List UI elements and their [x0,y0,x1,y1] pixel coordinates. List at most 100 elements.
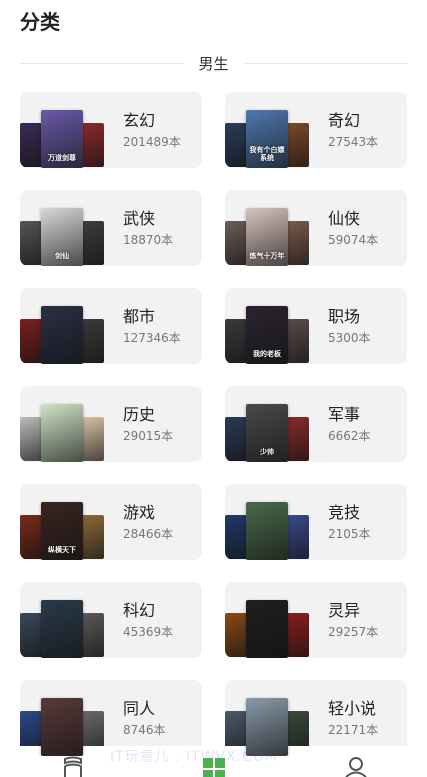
category-card[interactable]: 我的老板 职场 5300本 [225,288,407,364]
divider-right [244,62,408,64]
category-card[interactable]: 都市 127346本 [20,288,202,364]
book-cover-image: 纵横天下 [41,502,83,560]
cover-caption: 剑仙 [55,252,69,260]
category-info: 军事 6662本 [328,404,371,445]
category-card[interactable]: 剑仙 武侠 18870本 [20,190,202,266]
book-covers: 剑仙 [20,208,104,266]
cover-caption: 炼气十万年 [249,252,285,260]
category-card[interactable]: 灵异 29257本 [225,582,407,658]
section-header: 男生 [20,52,408,74]
book-cover-image [82,613,104,657]
category-book-count: 28466本 [123,527,174,541]
book-cover-image [246,600,288,658]
book-covers: 万道剑尊 [20,110,104,168]
book-cover-image [287,221,309,265]
cover-caption: 我有个白嫖系统 [249,146,285,162]
category-info: 武侠 18870本 [123,208,173,249]
cover-caption: 纵横天下 [48,546,76,554]
category-card[interactable]: 竞技 2105本 [225,484,407,560]
tab-profile[interactable] [343,756,369,777]
book-cover-image [225,417,247,461]
category-info: 竞技 2105本 [328,502,371,543]
book-cover-image [225,319,247,363]
category-card[interactable]: 万道剑尊 玄幻 201489本 [20,92,202,168]
category-book-count: 6662本 [328,429,371,443]
category-name: 武侠 [123,209,156,228]
book-cover-image [41,698,83,756]
category-info: 仙侠 59074本 [328,208,378,249]
book-cover-image [246,698,288,756]
category-book-count: 22171本 [328,723,379,737]
book-covers [225,502,309,560]
book-cover-image [82,319,104,363]
book-covers [225,600,309,658]
book-cover-image [287,319,309,363]
category-name: 科幻 [123,601,156,620]
book-covers [20,404,104,462]
book-covers: 炼气十万年 [225,208,309,266]
tab-bookshelf[interactable] [60,756,86,777]
category-card[interactable]: 轻小说 22171本 [225,680,407,756]
cover-caption: 我的老板 [253,350,281,358]
tab-category[interactable] [201,756,227,777]
category-info: 同人 8746本 [123,698,166,739]
book-cover-image [287,123,309,167]
page-title: 分类 [20,10,60,34]
book-cover-image [20,319,42,363]
category-book-count: 29257本 [328,625,379,639]
book-cover-image: 少帅 [246,404,288,462]
category-card[interactable]: 我有个白嫖系统 奇幻 27543本 [225,92,407,168]
book-cover-image [20,515,42,559]
book-cover-image [82,515,104,559]
category-card[interactable]: 历史 29015本 [20,386,202,462]
category-name: 职场 [328,307,361,326]
category-book-count: 18870本 [123,233,174,247]
category-book-count: 59074本 [328,233,379,247]
category-info: 都市 127346本 [123,306,181,347]
book-covers: 纵横天下 [20,502,104,560]
category-card[interactable]: 同人 8746本 [20,680,202,756]
category-name: 游戏 [123,503,156,522]
category-info: 奇幻 27543本 [328,110,378,151]
category-card[interactable]: 少帅 军事 6662本 [225,386,407,462]
book-cover-image: 我的老板 [246,306,288,364]
section-label: 男生 [198,54,229,73]
book-cover-image [20,123,42,167]
book-cover-image [225,221,247,265]
book-covers: 少帅 [225,404,309,462]
book-cover-image [225,123,247,167]
category-info: 灵异 29257本 [328,600,378,641]
category-book-count: 2105本 [328,527,371,541]
book-cover-image [246,502,288,560]
category-card[interactable]: 科幻 45369本 [20,582,202,658]
book-cover-image [20,221,42,265]
book-cover-image [82,123,104,167]
bookshelf-icon [64,756,82,777]
category-book-count: 27543本 [328,135,379,149]
profile-icon [345,757,367,777]
book-cover-image [287,613,309,657]
book-cover-image [225,613,247,657]
book-cover-image [20,417,42,461]
category-book-count: 127346本 [123,331,181,345]
category-book-count: 5300本 [328,331,371,345]
category-name: 都市 [123,307,156,326]
category-name: 玄幻 [123,111,156,130]
book-cover-image [82,417,104,461]
category-info: 职场 5300本 [328,306,371,347]
book-cover-image: 万道剑尊 [41,110,83,168]
category-info: 玄幻 201489本 [123,110,181,151]
category-book-count: 45369本 [123,625,174,639]
category-card[interactable]: 炼气十万年 仙侠 59074本 [225,190,407,266]
category-info: 科幻 45369本 [123,600,173,641]
book-cover-image [287,417,309,461]
category-grid-icon [203,758,225,777]
category-name: 灵异 [328,601,361,620]
category-book-count: 201489本 [123,135,181,149]
cover-caption: 万道剑尊 [48,154,76,162]
book-cover-image [41,600,83,658]
divider-left [20,62,183,64]
category-card[interactable]: 纵横天下 游戏 28466本 [20,484,202,560]
cover-caption: 少帅 [260,448,274,456]
category-name: 同人 [123,699,156,718]
